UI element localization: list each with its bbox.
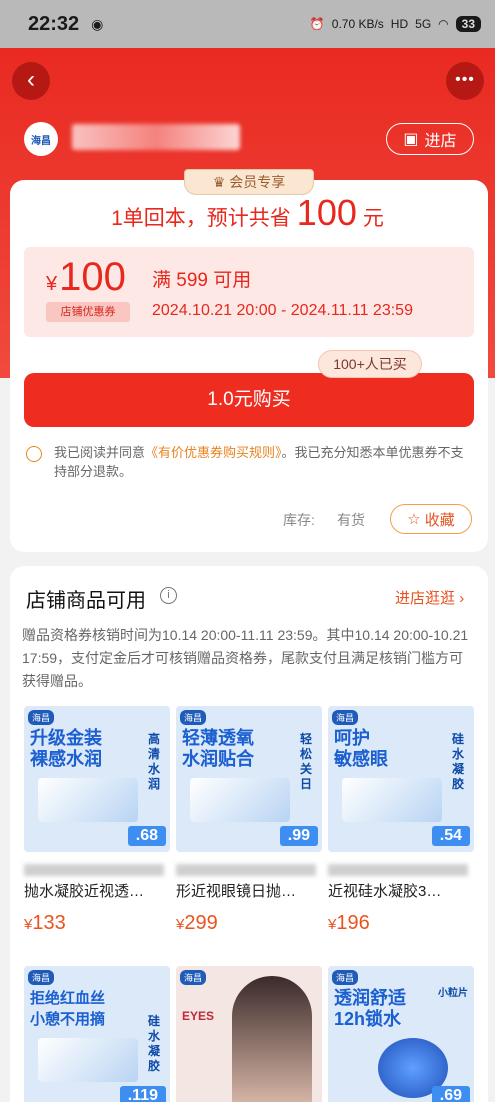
product-price-value: 196 bbox=[336, 912, 370, 934]
product-price-pill: .68 bbox=[127, 826, 166, 846]
favorite-label: 收藏 bbox=[424, 511, 455, 529]
agree-checkbox[interactable] bbox=[26, 446, 42, 462]
product-box-image bbox=[38, 1038, 138, 1082]
buy-button[interactable]: 1.0元购买 bbox=[24, 373, 474, 427]
product-name: 形近视眼镜日抛… bbox=[176, 883, 297, 900]
section-title: 店铺商品可用 bbox=[26, 590, 146, 612]
agreement-prefix: 我已阅读并同意 bbox=[54, 445, 146, 460]
shop-name-redacted bbox=[72, 124, 240, 150]
purchase-rules-link[interactable]: 《有价优惠券购买规则》 bbox=[145, 445, 282, 460]
brand-badge: 海昌 bbox=[28, 710, 55, 725]
redacted-title-line bbox=[328, 864, 468, 876]
product-slogan: 升级金装 裸感水润 bbox=[30, 728, 102, 769]
coupon-amount: ¥100 bbox=[46, 255, 126, 300]
product-subtitle: 小粒片 bbox=[438, 988, 468, 999]
headline-amount: 100 bbox=[296, 192, 357, 233]
favorite-button[interactable]: ☆ 收藏 bbox=[390, 504, 472, 534]
product-price-pill: .99 bbox=[279, 826, 318, 846]
product-image: 海昌 呵护 敏感眼 硅水凝胶 .54 bbox=[328, 706, 474, 852]
currency-symbol: ¥ bbox=[46, 273, 58, 295]
crown-icon: ♛ bbox=[212, 173, 226, 190]
stock-label: 库存: bbox=[283, 512, 315, 528]
net-speed: 0.70 KB/s bbox=[331, 17, 384, 31]
redacted-title-line bbox=[24, 864, 164, 876]
info-icon[interactable]: i bbox=[160, 587, 177, 604]
chat-notification-icon: ◉ bbox=[91, 15, 104, 32]
savings-headline: 1单回本，预计共省 100 元 bbox=[0, 192, 495, 234]
product-image: 海昌 EYES bbox=[176, 966, 322, 1102]
product-name: 抛水凝胶近视透… bbox=[24, 883, 145, 900]
product-image: 海昌 轻薄透氧 水润贴合 轻松关日 .99 bbox=[176, 706, 322, 852]
product-price: ¥196 bbox=[328, 912, 370, 935]
shop-logo[interactable]: 海昌 bbox=[24, 122, 58, 156]
product-price-pill: .54 bbox=[431, 826, 470, 846]
product-slogan: 拒绝红血丝 小憩不用摘 bbox=[30, 990, 106, 1028]
product-slogan: 呵护 敏感眼 bbox=[334, 728, 388, 769]
brand-badge: 海昌 bbox=[180, 970, 207, 985]
product-subtitle: 硅水凝胶 bbox=[148, 1014, 161, 1073]
product-slogan: 轻薄透氧 水润贴合 bbox=[182, 728, 254, 769]
product-price-pill: .119 bbox=[119, 1086, 166, 1102]
coupon-valid-period: 2024.10.21 20:00 - 2024.11.11 23:59 bbox=[152, 302, 413, 319]
buyers-count-badge: 100+人已买 bbox=[318, 350, 422, 378]
product-price-value: 133 bbox=[32, 912, 66, 934]
chevron-left-icon: ‹ bbox=[27, 66, 35, 93]
product-name: 近视硅水凝胶3… bbox=[328, 883, 442, 900]
product-image: 海昌 透润舒适 12h锁水 小粒片 .69 bbox=[328, 966, 474, 1102]
more-options-button[interactable]: ••• bbox=[446, 62, 484, 100]
brand-badge: 海昌 bbox=[332, 710, 359, 725]
hd-indicator: HD bbox=[390, 17, 409, 31]
coupon-amount-value: 100 bbox=[59, 255, 126, 299]
coupon-type-label: 店铺优惠券 bbox=[46, 302, 130, 322]
goto-shop-link[interactable]: 进店逛逛 › bbox=[395, 587, 464, 608]
back-button[interactable]: ‹ bbox=[12, 62, 50, 100]
product-slogan: EYES bbox=[182, 1009, 215, 1023]
wifi-icon: ◠ bbox=[438, 17, 449, 31]
product-image: 海昌 升级金装 裸感水润 高清水润 .68 bbox=[24, 706, 170, 852]
redacted-title-line bbox=[176, 864, 316, 876]
coupon-condition: 满 599 可用 bbox=[152, 270, 252, 291]
brand-badge: 海昌 bbox=[28, 970, 55, 985]
brand-badge: 海昌 bbox=[180, 710, 207, 725]
enter-shop-button[interactable]: ▣ 进店 bbox=[386, 123, 474, 155]
alarm-icon: ⏰ bbox=[309, 17, 325, 31]
battery-indicator: 33 bbox=[455, 16, 481, 32]
signal-indicator: 5G bbox=[415, 17, 432, 31]
brand-badge: 海昌 bbox=[332, 970, 359, 985]
product-box-image bbox=[342, 778, 442, 822]
product-subtitle: 轻松关日 bbox=[300, 732, 313, 791]
headline-suffix: 元 bbox=[362, 207, 384, 230]
product-slogan: 透润舒适 12h锁水 bbox=[334, 988, 406, 1029]
status-bar: 22:32 ◉ ⏰ 0.70 KB/s HD 5G ◠ 33 bbox=[0, 0, 495, 48]
product-price-value: 299 bbox=[184, 912, 218, 934]
gift-description: 赠品资格券核销时间为10.14 20:00-11.11 23:59。其中10.1… bbox=[22, 627, 469, 689]
product-price: ¥133 bbox=[24, 912, 66, 935]
member-tag-label: 会员专享 bbox=[229, 174, 286, 190]
headline-prefix: 1单回本，预计共省 bbox=[111, 207, 291, 230]
model-portrait bbox=[232, 976, 312, 1102]
storefront-icon: ▣ bbox=[403, 131, 419, 148]
product-price: ¥299 bbox=[176, 912, 218, 935]
product-price-pill: .69 bbox=[431, 1086, 470, 1102]
agreement-text: 我已阅读并同意《有价优惠券购买规则》。我已充分知悉本单优惠券不支持部分退款。 bbox=[54, 443, 474, 481]
status-indicators: ⏰ 0.70 KB/s HD 5G ◠ 33 bbox=[310, 16, 481, 32]
product-subtitle: 高清水润 bbox=[148, 732, 161, 791]
goto-shop-label: 进店逛逛 bbox=[395, 590, 456, 607]
product-subtitle: 硅水凝胶 bbox=[452, 732, 465, 791]
product-box-image bbox=[190, 778, 290, 822]
more-dots-icon: ••• bbox=[455, 71, 475, 88]
product-box-image bbox=[38, 778, 138, 822]
star-icon: ☆ bbox=[407, 511, 421, 528]
chevron-right-icon: › bbox=[459, 590, 465, 607]
stock-value: 有货 bbox=[337, 512, 365, 528]
product-image: 海昌 拒绝红血丝 小憩不用摘 硅水凝胶 .119 bbox=[24, 966, 170, 1102]
enter-shop-label: 进店 bbox=[424, 133, 457, 150]
status-time: 22:32 bbox=[28, 12, 80, 35]
